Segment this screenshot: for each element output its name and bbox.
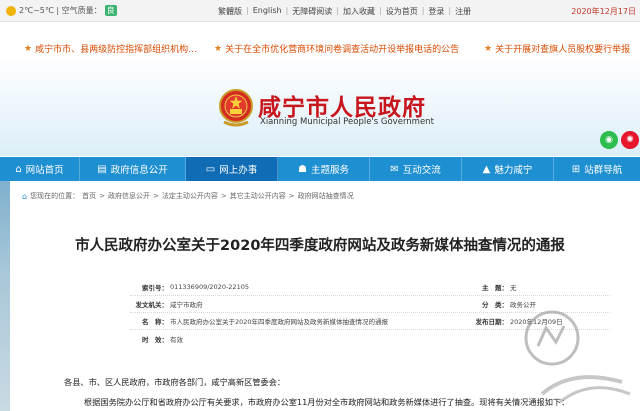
- meta-value: 市人民政府办公室关于2020年四季度政府网站及政务新媒体抽查情况的通报: [170, 318, 389, 326]
- weibo-icon[interactable]: ✺: [621, 131, 639, 149]
- document-icon: ▤: [97, 163, 107, 175]
- home-icon: ⌂: [15, 163, 22, 175]
- ticker-item[interactable]: ★ 关于开展对查旗人员股权要行举报: [484, 42, 631, 56]
- breadcrumb-separator: >: [99, 192, 105, 200]
- sitemap-icon: ⊞: [571, 163, 581, 175]
- nav-item-topics[interactable]: ☗ 主题服务: [278, 157, 370, 181]
- register-link[interactable]: 注册: [455, 6, 471, 17]
- news-ticker: ★ 咸宁市市、县两级防控指挥部组织机构… ★ 关于在全市优化营商环境问卷调查活动…: [0, 40, 640, 56]
- nav-item-site-nav[interactable]: ⊞ 站群导航: [554, 157, 640, 181]
- nav-item-label: 网上办事: [219, 165, 258, 176]
- article-title: 市人民政府办公室关于2020年四季度政府网站及政务新媒体抽查情况的通报: [75, 238, 565, 254]
- ticker-item-text: 咸宁市市、县两级防控指挥部组织机构…: [35, 45, 198, 55]
- watermark-logo-icon: [524, 310, 631, 404]
- sun-icon: [6, 5, 16, 16]
- meta-label: 发文机关：: [135, 301, 169, 309]
- weather-text: 2℃~5℃ | 空气质量：: [19, 6, 102, 15]
- traditional-chinese-link[interactable]: 繁體版: [218, 6, 242, 17]
- breadcrumb: ⌂ 您现在的位置： 首页 > 政府信息公开 > 法定主动公开内容 > 其它主动公…: [22, 191, 354, 201]
- breadcrumb-item[interactable]: 首页: [82, 191, 96, 201]
- top-utility-bar: 2℃~5℃ | 空气质量： 良 繁體版 | English | 无障碍阅读 | …: [0, 0, 640, 22]
- top-links: 繁體版 | English | 无障碍阅读 | 加入收藏 | 设为首页 | 登录…: [218, 6, 471, 17]
- nav-item-label: 主题服务: [310, 165, 349, 176]
- meta-label: 分 类：: [482, 301, 508, 309]
- star-icon: ★: [484, 43, 493, 54]
- nav-item-online-service[interactable]: ▭ 网上办事: [186, 157, 278, 181]
- meta-value: 咸宁市政府: [170, 301, 203, 309]
- meta-label: 主 题：: [482, 284, 508, 292]
- site-subtitle: Xianning Municipal People's Government: [260, 117, 434, 127]
- article-paragraph: 各县、市、区人民政府，市政府各部门，咸宁高新区管委会：: [64, 377, 286, 387]
- left-decorative-strip: [0, 181, 10, 411]
- nav-item-label: 政府信息公开: [110, 165, 168, 176]
- set-homepage-link[interactable]: 设为首页: [386, 6, 418, 17]
- meta-row: 索引号： 011336909/2020-22105 主 题： 无: [130, 279, 610, 296]
- national-emblem-icon[interactable]: [218, 88, 254, 128]
- ticker-item[interactable]: ★ 咸宁市市、县两级防控指挥部组织机构…: [24, 42, 198, 56]
- breadcrumb-item[interactable]: 政府网站抽查情况: [298, 191, 354, 201]
- nav-item-interaction[interactable]: ✉ 互动交流: [370, 157, 462, 181]
- breadcrumb-item[interactable]: 法定主动公开内容: [162, 191, 218, 201]
- login-link[interactable]: 登录: [428, 6, 444, 17]
- divider: |: [285, 6, 289, 15]
- breadcrumb-prefix: 您现在的位置：: [30, 192, 80, 200]
- location-icon: ⌂: [22, 191, 28, 201]
- divider: |: [379, 6, 382, 15]
- nav-item-label: 魅力咸宁: [494, 165, 533, 176]
- add-favorite-link[interactable]: 加入收藏: [343, 6, 375, 17]
- meta-label: 发布日期：: [475, 318, 509, 326]
- meta-label: 名 称：: [142, 318, 168, 326]
- accessibility-link[interactable]: 无障碍阅读: [292, 6, 332, 17]
- ticker-item-text: 关于在全市优化营商环境问卷调查活动开设举报电话的公告: [225, 45, 460, 55]
- current-date: 2020年12月17日: [571, 7, 636, 16]
- breadcrumb-separator: >: [152, 192, 159, 200]
- nav-item-label: 网站首页: [25, 165, 64, 176]
- mountain-icon: ▲: [482, 163, 491, 175]
- divider: |: [421, 6, 425, 15]
- english-link[interactable]: English: [253, 6, 282, 17]
- weather-widget: 2℃~5℃ | 空气质量： 良: [6, 5, 117, 16]
- wechat-icon[interactable]: ◉: [600, 131, 618, 149]
- monitor-icon: ▭: [205, 163, 216, 175]
- breadcrumb-separator: >: [220, 192, 227, 200]
- meta-label: 索引号：: [142, 284, 168, 292]
- meta-value: 011336909/2020-22105: [170, 283, 249, 291]
- nav-item-gov-info[interactable]: ▤ 政府信息公开: [80, 157, 186, 181]
- nav-item-charm-xianning[interactable]: ▲ 魅力咸宁: [462, 157, 554, 181]
- main-nav: ⌂ 网站首页 ▤ 政府信息公开 ▭ 网上办事 ☗ 主题服务 ✉ 互动交流 ▲ 魅…: [0, 157, 640, 181]
- star-icon: ★: [214, 43, 223, 54]
- breadcrumb-item[interactable]: 其它主动公开内容: [230, 191, 286, 201]
- air-quality-badge: 良: [104, 5, 117, 16]
- meta-value: 无: [510, 284, 517, 292]
- nav-item-label: 站群导航: [584, 165, 623, 176]
- divider: |: [246, 6, 249, 15]
- chat-icon: ✉: [390, 163, 399, 175]
- ticker-item[interactable]: ★ 关于在全市优化营商环境问卷调查活动开设举报电话的公告: [214, 42, 460, 56]
- breadcrumb-separator: >: [288, 192, 295, 200]
- divider: |: [448, 6, 452, 15]
- people-icon: ☗: [298, 163, 307, 175]
- article-paragraph: 根据国务院办公厅和省政府办公厅有关要求，市政府办公室11月份对全市政府网站和政务…: [84, 397, 570, 407]
- divider: |: [336, 6, 339, 15]
- ticker-item-text: 关于开展对查旗人员股权要行举报: [495, 45, 631, 55]
- star-icon: ★: [24, 43, 33, 54]
- nav-item-home[interactable]: ⌂ 网站首页: [0, 157, 80, 181]
- meta-label: 时 效：: [142, 335, 168, 344]
- breadcrumb-item[interactable]: 政府信息公开: [108, 191, 150, 201]
- nav-item-label: 互动交流: [402, 165, 441, 176]
